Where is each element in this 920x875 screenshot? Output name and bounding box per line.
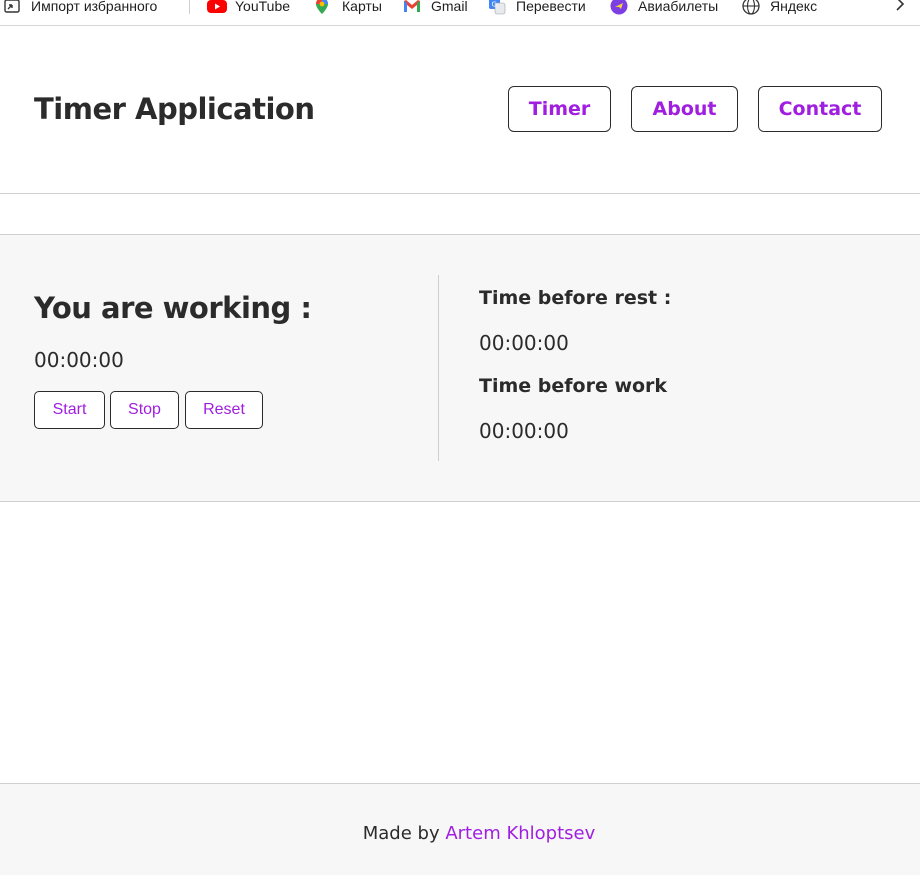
bookmark-yandex[interactable]: Яндекс [742, 0, 817, 19]
bookmark-label: Авиабилеты [638, 0, 719, 14]
working-time-display: 00:00:00 [34, 348, 124, 372]
bookmark-translate[interactable]: G Перевести [488, 0, 586, 19]
time-before-rest-display: 00:00:00 [479, 331, 569, 355]
nav-about-button[interactable]: About [631, 86, 738, 132]
maps-pin-icon [314, 0, 332, 15]
start-button[interactable]: Start [34, 391, 105, 429]
youtube-icon [207, 0, 227, 15]
author-link[interactable]: Artem Khloptsev [445, 823, 595, 844]
time-before-work-label: Time before work [479, 375, 668, 397]
bookmarks-more-button[interactable] [895, 0, 905, 19]
reset-button[interactable]: Reset [185, 391, 263, 429]
chevron-right-icon [895, 0, 905, 14]
time-before-rest-label: Time before rest : [479, 287, 672, 309]
bookmarks-separator [189, 0, 190, 14]
bookmark-import[interactable]: Импорт избранного [3, 0, 157, 19]
site-header: Timer Application Timer About Contact [0, 26, 920, 194]
bookmark-label: Импорт избранного [31, 0, 158, 14]
bookmark-avia[interactable]: Авиабилеты [610, 0, 718, 19]
bookmark-label: Перевести [516, 0, 586, 14]
nav-contact-button[interactable]: Contact [758, 86, 882, 132]
airplane-icon [610, 0, 628, 15]
translate-icon: G [488, 0, 506, 15]
footer-credit: Made by Artem Khloptsev [0, 823, 920, 844]
bookmark-label: Яндекс [770, 0, 818, 14]
bookmark-label: Gmail [431, 0, 468, 14]
bookmark-maps[interactable]: Карты [314, 0, 382, 19]
bookmark-label: YouTube [235, 0, 291, 14]
svg-text:G: G [492, 0, 497, 8]
stop-button[interactable]: Stop [110, 391, 179, 429]
nav-timer-button[interactable]: Timer [508, 86, 611, 132]
site-footer: Made by Artem Khloptsev [0, 783, 920, 875]
bookmark-youtube[interactable]: YouTube [207, 0, 290, 19]
bookmark-label: Карты [342, 0, 382, 14]
bookmark-gmail[interactable]: Gmail [403, 0, 468, 19]
app-title: Timer Application [34, 92, 315, 126]
timer-section: You are working : 00:00:00 Start Stop Re… [0, 234, 920, 502]
import-icon [3, 0, 21, 15]
bookmarks-bar: Импорт избранного YouTube Карты Gmail G … [0, 0, 920, 26]
time-before-work-display: 00:00:00 [479, 419, 569, 443]
globe-icon [742, 0, 760, 15]
footer-prefix: Made by [362, 823, 440, 844]
gmail-icon [403, 0, 421, 15]
working-heading: You are working : [34, 291, 312, 325]
panel-divider [438, 275, 439, 461]
